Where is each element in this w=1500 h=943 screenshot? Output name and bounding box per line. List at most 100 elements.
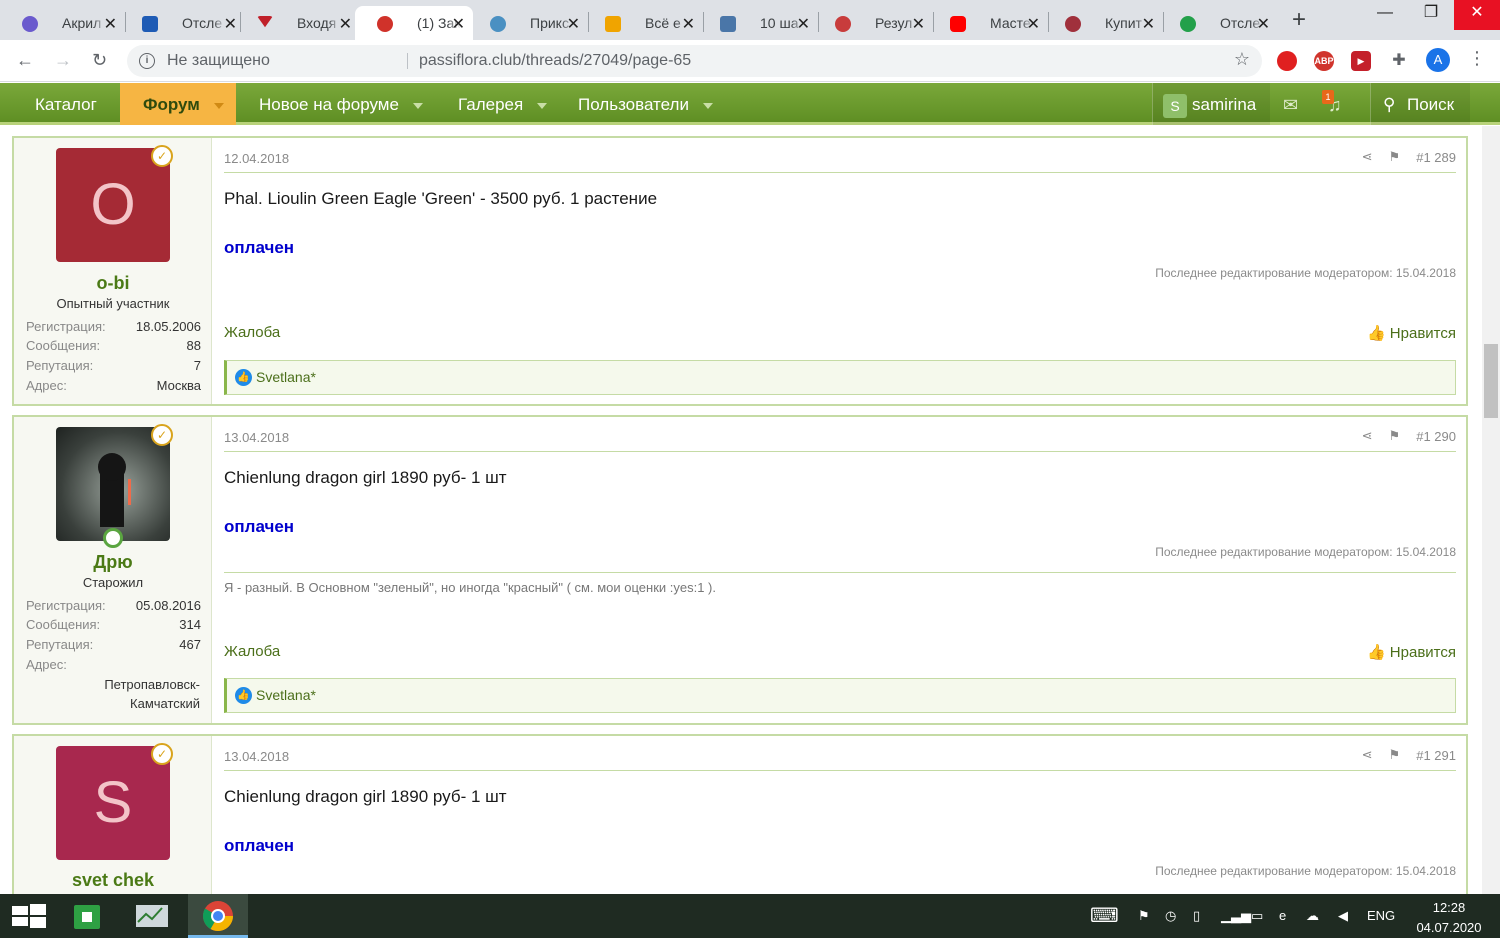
profile-avatar[interactable]: A [1426, 48, 1450, 72]
share-icon[interactable]: ⋖ [1362, 428, 1373, 444]
close-tab-icon[interactable]: ✕ [567, 14, 580, 34]
stat-messages: Сообщения: 88 [26, 338, 201, 353]
post-number[interactable]: #1 291 [1416, 748, 1456, 763]
bookmark-icon[interactable]: ⚑ [1389, 428, 1401, 444]
report-link[interactable]: Жалоба [224, 324, 280, 341]
browser-tab-active[interactable]: (1) Зак ✕ [355, 6, 473, 40]
browser-tab[interactable]: Купит ✕ [1043, 6, 1163, 40]
post-username[interactable]: svet chek [14, 870, 212, 891]
volume-icon[interactable]: ◀ [1338, 894, 1348, 938]
bookmark-icon[interactable]: ⚑ [1389, 149, 1401, 165]
flag-icon[interactable]: ⚑ [1138, 894, 1150, 938]
close-tab-icon[interactable]: ✕ [104, 14, 117, 34]
browser-tab[interactable]: Резул ✕ [813, 6, 933, 40]
windows-start-icon[interactable] [0, 894, 60, 938]
new-tab-button[interactable]: + [1292, 6, 1306, 34]
like-button[interactable]: 👍 Нравится [1367, 324, 1456, 342]
language-indicator[interactable]: ENG [1367, 894, 1395, 938]
scrollbar-thumb[interactable] [1484, 344, 1498, 418]
chevron-down-icon[interactable] [213, 102, 224, 109]
liked-by-user[interactable]: Svetlana* [256, 687, 316, 703]
close-tab-icon[interactable]: ✕ [797, 14, 810, 34]
address-bar[interactable]: i Не защищено passiflora.club/threads/27… [127, 45, 1262, 77]
nav-forum[interactable]: Форум [120, 83, 236, 125]
page-scrollbar[interactable] [1482, 126, 1500, 894]
post-date[interactable]: 13.04.2018 [224, 749, 289, 764]
inbox-icon[interactable]: ✉ [1283, 83, 1298, 125]
close-tab-icon[interactable]: ✕ [452, 14, 465, 34]
nav-gallery[interactable]: Галерея [458, 83, 548, 125]
browser-tab[interactable]: Входя ✕ [235, 6, 360, 40]
post: ✓ Дрю Старожил Регистрация: 05.08.2016 Со… [12, 415, 1468, 725]
close-tab-icon[interactable]: ✕ [1257, 14, 1270, 34]
browser-tab[interactable]: Отсле ✕ [120, 6, 245, 40]
browser-tab[interactable]: Акрил ✕ [0, 6, 125, 40]
dark-figure-icon [98, 453, 131, 527]
reload-icon[interactable]: ↻ [92, 50, 107, 71]
close-window-icon[interactable]: ✕ [1454, 0, 1500, 30]
keyboard-icon[interactable]: ⌨ [1090, 894, 1119, 938]
forward-icon[interactable]: → [54, 50, 72, 71]
browser-tab[interactable]: Масте ✕ [928, 6, 1048, 40]
restore-icon[interactable]: ❐ [1408, 0, 1454, 30]
bookmark-star-icon[interactable]: ☆ [1234, 49, 1250, 70]
video-extension-icon[interactable]: ▶ [1351, 51, 1371, 71]
network-icon[interactable]: ▁▃▅ [1221, 894, 1251, 938]
post-actions: ⋖ ⚑ #1 290 [1362, 428, 1456, 444]
minimize-icon[interactable]: — [1362, 0, 1408, 30]
share-icon[interactable]: ⋖ [1362, 149, 1373, 165]
close-tab-icon[interactable]: ✕ [1027, 14, 1040, 34]
security-label[interactable]: Не защищено [167, 52, 270, 70]
tab-favicon-icon [490, 16, 506, 32]
like-button[interactable]: 👍 Нравится [1367, 643, 1456, 661]
browser-menu-icon[interactable]: ⋮ [1468, 48, 1486, 69]
back-icon[interactable]: ← [16, 50, 34, 71]
close-tab-icon[interactable]: ✕ [1142, 14, 1155, 34]
liked-by-user[interactable]: Svetlana* [256, 369, 316, 385]
monitor-app-icon[interactable] [122, 894, 182, 938]
cloud-icon[interactable]: ☁ [1306, 894, 1319, 938]
report-link[interactable]: Жалоба [224, 643, 280, 660]
clock-app-icon[interactable]: ◷ [1165, 894, 1176, 938]
clipboard-icon[interactable]: ▭ [1251, 894, 1263, 938]
chrome-app-icon[interactable] [188, 894, 248, 938]
browser-tab[interactable]: Всё е ✕ [583, 6, 703, 40]
adblock-extension-icon[interactable]: ABP [1314, 51, 1334, 71]
post-date[interactable]: 12.04.2018 [224, 151, 289, 166]
avatar[interactable] [56, 427, 170, 541]
close-tab-icon[interactable]: ✕ [682, 14, 695, 34]
avatar[interactable]: O [56, 148, 170, 262]
search-label[interactable]: Поиск [1407, 83, 1454, 125]
avatar[interactable]: S [56, 746, 170, 860]
opera-extension-icon[interactable] [1277, 51, 1297, 71]
tab-favicon-icon [605, 16, 621, 32]
nav-catalog[interactable]: Каталог [35, 83, 97, 125]
user-avatar[interactable]: S [1163, 94, 1187, 118]
browser-tab[interactable]: Отсле ✕ [1158, 6, 1278, 40]
info-icon[interactable]: i [139, 53, 155, 69]
post-number[interactable]: #1 289 [1416, 150, 1456, 165]
chevron-down-icon[interactable] [702, 102, 713, 109]
post-number[interactable]: #1 290 [1416, 429, 1456, 444]
store-app-icon[interactable] [58, 894, 118, 938]
usb-icon[interactable]: ▯ [1193, 894, 1200, 938]
search-icon[interactable]: ⚲ [1383, 83, 1395, 125]
ie-icon[interactable]: e [1279, 894, 1286, 938]
close-tab-icon[interactable]: ✕ [339, 14, 352, 34]
browser-tab[interactable]: Прикс ✕ [468, 6, 588, 40]
share-icon[interactable]: ⋖ [1362, 747, 1373, 763]
url-text[interactable]: passiflora.club/threads/27049/page-65 [419, 52, 691, 70]
browser-tab[interactable]: 10 ша ✕ [698, 6, 818, 40]
post-username[interactable]: o-bi [14, 273, 212, 294]
bookmark-icon[interactable]: ⚑ [1389, 747, 1401, 763]
account-username[interactable]: samirina [1192, 83, 1256, 125]
clock[interactable]: 12:28 04.07.2020 [1414, 898, 1484, 942]
close-tab-icon[interactable]: ✕ [912, 14, 925, 34]
chevron-down-icon[interactable] [537, 102, 548, 109]
nav-members[interactable]: Пользователи [578, 83, 713, 125]
extensions-puzzle-icon[interactable]: ✚ [1389, 51, 1409, 71]
chevron-down-icon[interactable] [412, 102, 423, 109]
nav-whats-new[interactable]: Новое на форуме [259, 83, 423, 125]
post-date[interactable]: 13.04.2018 [224, 430, 289, 445]
post-username[interactable]: Дрю [14, 552, 212, 573]
